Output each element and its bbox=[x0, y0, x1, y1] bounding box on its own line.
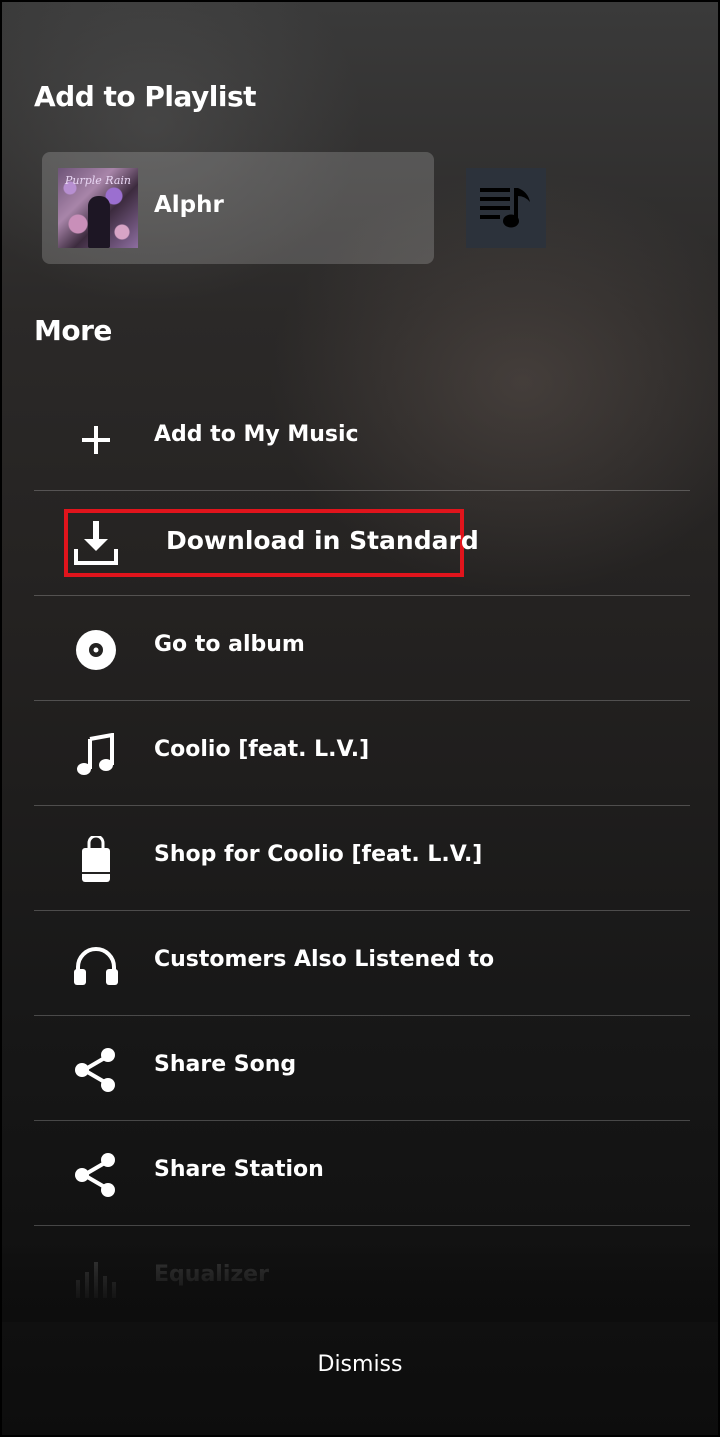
shopping-bag-icon bbox=[72, 836, 120, 884]
playlist-name: Alphr bbox=[154, 192, 224, 218]
menu-item-equalizer[interactable]: Equalizer bbox=[34, 1226, 690, 1330]
more-title: More bbox=[34, 314, 112, 347]
action-sheet: Add to Playlist Purple Rain Alphr More A… bbox=[0, 0, 720, 1437]
menu-item-label: Customers Also Listened to bbox=[154, 947, 495, 972]
menu-item-label: Add to My Music bbox=[154, 422, 359, 447]
add-to-playlist-title: Add to Playlist bbox=[34, 80, 257, 113]
album-disc-icon bbox=[72, 626, 120, 674]
menu-item-label: Download in Standard bbox=[166, 526, 479, 555]
album-art: Purple Rain bbox=[58, 168, 138, 248]
menu-item-label: Go to album bbox=[154, 632, 305, 657]
menu-item-label: Share Station bbox=[154, 1157, 324, 1182]
dismiss-button[interactable]: Dismiss bbox=[2, 1352, 718, 1377]
playlist-card-alphr[interactable]: Purple Rain Alphr bbox=[42, 152, 434, 264]
menu-item-go-to-album[interactable]: Go to album bbox=[34, 596, 690, 701]
menu-item-share-song[interactable]: Share Song bbox=[34, 1016, 690, 1121]
headphones-icon bbox=[72, 941, 120, 989]
menu-item-add-to-my-music[interactable]: Add to My Music bbox=[34, 386, 690, 491]
equalizer-icon bbox=[72, 1256, 120, 1304]
menu-item-label: Share Song bbox=[154, 1052, 297, 1077]
menu-item-share-station[interactable]: Share Station bbox=[34, 1121, 690, 1226]
menu-item-artist[interactable]: Coolio [feat. L.V.] bbox=[34, 701, 690, 806]
playlist-music-icon bbox=[480, 188, 530, 228]
share-icon bbox=[72, 1151, 120, 1199]
album-art-text: Purple Rain bbox=[64, 174, 131, 187]
menu-item-customers-also-listened[interactable]: Customers Also Listened to bbox=[34, 911, 690, 1016]
download-icon bbox=[72, 519, 120, 567]
menu-item-label: Equalizer bbox=[154, 1262, 269, 1287]
new-playlist-button[interactable] bbox=[466, 168, 546, 248]
menu-item-shop[interactable]: Shop for Coolio [feat. L.V.] bbox=[34, 806, 690, 911]
menu-item-label: Coolio [feat. L.V.] bbox=[154, 737, 370, 762]
music-note-icon bbox=[72, 731, 120, 779]
share-icon bbox=[72, 1046, 120, 1094]
menu-item-download-standard[interactable]: Download in Standard bbox=[34, 491, 690, 596]
menu-item-label: Shop for Coolio [feat. L.V.] bbox=[154, 842, 483, 867]
plus-icon bbox=[72, 416, 120, 464]
